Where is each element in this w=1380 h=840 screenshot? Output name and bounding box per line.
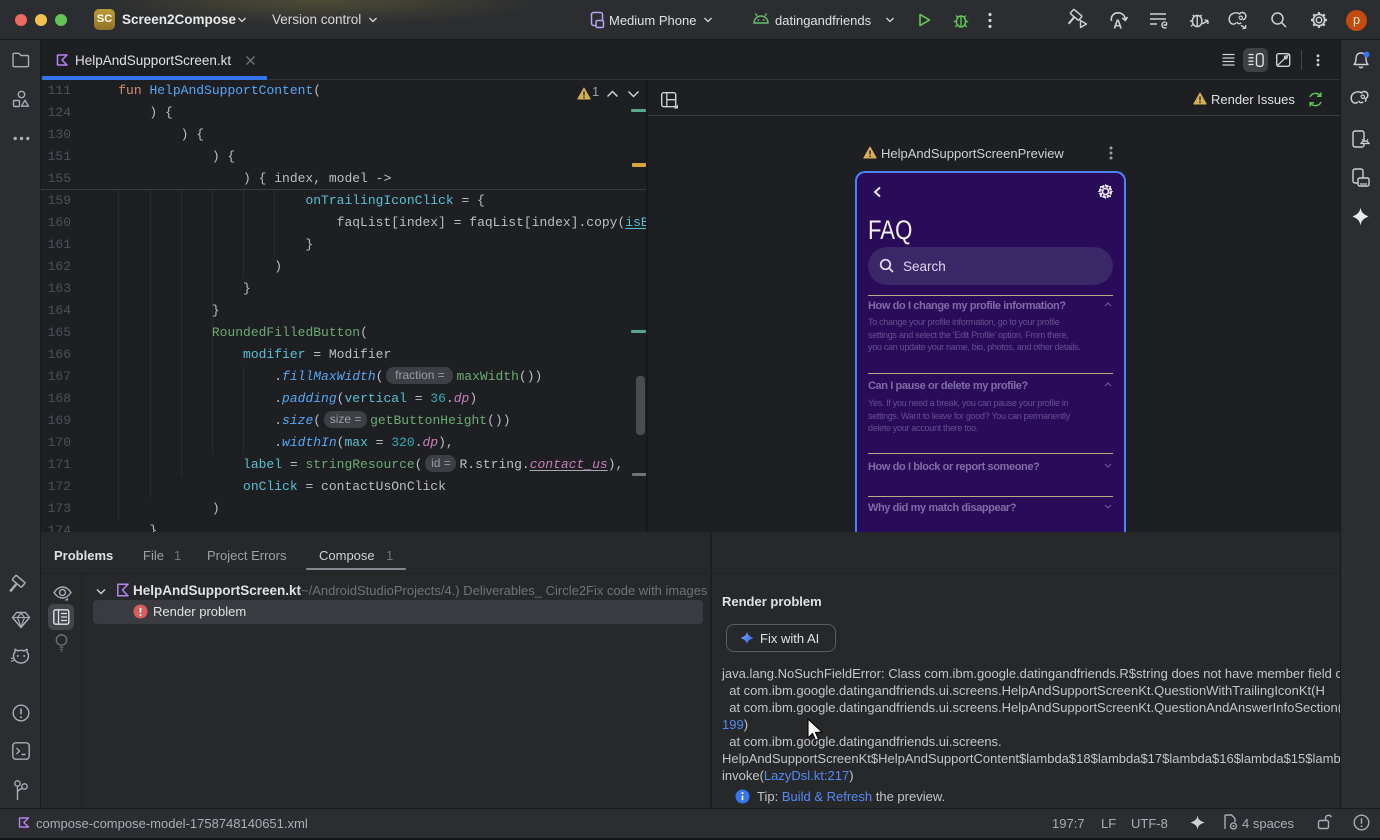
svg-text:A: A: [1113, 18, 1122, 32]
